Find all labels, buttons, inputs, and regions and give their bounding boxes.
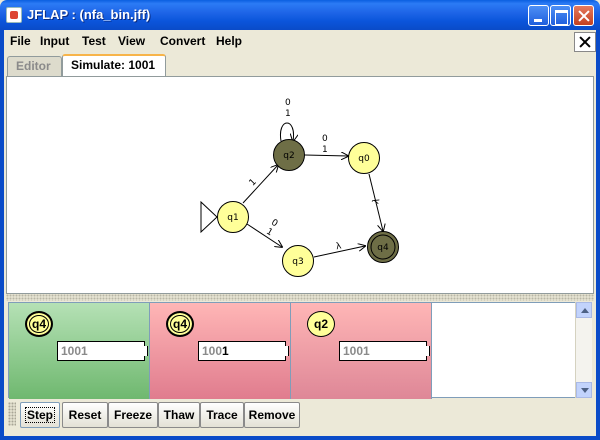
transition-label: 1 xyxy=(322,145,328,155)
thaw-button[interactable]: Thaw xyxy=(158,402,200,428)
config-state-badge: q4 xyxy=(166,311,194,337)
config-state-badge: q4 xyxy=(25,311,53,337)
remove-button[interactable]: Remove xyxy=(244,402,300,428)
title-bar: JFLAP : (nfa_bin.jff) xyxy=(0,0,600,30)
tape-remaining: 1 xyxy=(222,344,229,358)
transition-label: 1 xyxy=(285,109,291,119)
configuration-card[interactable]: q2 1001 xyxy=(291,303,432,399)
state-q4: q4 xyxy=(367,231,399,263)
tab-simulate[interactable]: Simulate: 1001 xyxy=(62,54,166,76)
scroll-up-icon[interactable] xyxy=(576,302,592,318)
state-q3: q3 xyxy=(282,245,314,277)
app-icon xyxy=(6,7,22,23)
transition-label: 1 xyxy=(248,177,259,188)
step-button[interactable]: Step xyxy=(20,402,60,428)
menu-input[interactable]: Input xyxy=(40,34,69,48)
transition-label: 0 xyxy=(322,134,328,144)
configurations-panel: q4 1001 q4 1001 q2 1001 xyxy=(8,302,592,399)
menu-file[interactable]: File xyxy=(10,34,31,48)
config-input-tape: 1001 xyxy=(198,341,289,361)
menu-view[interactable]: View xyxy=(118,34,145,48)
transition-label: λ xyxy=(371,197,382,205)
tab-editor[interactable]: Editor xyxy=(7,56,62,76)
minimize-button[interactable] xyxy=(528,5,549,26)
automaton-canvas[interactable]: 0 1 0 1 1 0 1 λ λ q1 q2 q0 q3 q4 xyxy=(6,76,594,294)
menu-test[interactable]: Test xyxy=(82,34,106,48)
maximize-button[interactable] xyxy=(550,5,571,26)
transition-label: 0 xyxy=(285,98,291,108)
svg-text:q3: q3 xyxy=(292,257,303,267)
tape-consumed: 1001 xyxy=(343,344,370,358)
split-pane-divider[interactable] xyxy=(6,294,594,301)
configuration-card[interactable]: q4 1001 xyxy=(150,303,291,399)
svg-text:q2: q2 xyxy=(283,151,294,161)
step-button-label: Step xyxy=(24,407,56,423)
svg-text:q0: q0 xyxy=(358,154,370,164)
menu-convert[interactable]: Convert xyxy=(160,34,205,48)
scroll-down-icon[interactable] xyxy=(576,382,592,398)
vertical-scrollbar[interactable] xyxy=(575,302,592,398)
freeze-button[interactable]: Freeze xyxy=(108,402,158,428)
menu-help[interactable]: Help xyxy=(216,34,242,48)
transition-q2-q0 xyxy=(304,155,348,156)
toolbar-grip-icon[interactable] xyxy=(8,402,16,426)
config-input-tape: 1001 xyxy=(339,341,430,361)
state-q1: q1 xyxy=(217,201,249,233)
configuration-card[interactable]: q4 1001 xyxy=(9,303,150,399)
close-tab-icon[interactable] xyxy=(574,32,596,52)
window-title: JFLAP : (nfa_bin.jff) xyxy=(27,7,151,22)
menu-bar: File Input Test View Convert Help xyxy=(4,30,596,52)
tape-consumed: 100 xyxy=(202,344,223,358)
close-window-button[interactable] xyxy=(573,5,594,26)
trace-button[interactable]: Trace xyxy=(200,402,244,428)
transition-label: λ xyxy=(335,241,343,252)
reset-button[interactable]: Reset xyxy=(62,402,108,428)
initial-state-marker xyxy=(200,200,218,234)
transition-q1-q2 xyxy=(242,165,278,204)
svg-text:q4: q4 xyxy=(377,243,389,253)
config-input-tape: 1001 xyxy=(57,341,148,361)
state-q0: q0 xyxy=(348,142,380,174)
transition-q2-q2 xyxy=(279,122,293,141)
svg-text:q1: q1 xyxy=(227,213,238,223)
simulation-toolbar: Step Reset Freeze Thaw Trace Remove xyxy=(6,400,594,430)
tape-consumed: 1001 xyxy=(61,344,88,358)
state-q2: q2 xyxy=(273,139,305,171)
config-state-badge: q2 xyxy=(307,311,335,337)
automaton-diagram: 0 1 0 1 1 0 1 λ λ q1 q2 q0 q3 q4 xyxy=(200,98,399,277)
